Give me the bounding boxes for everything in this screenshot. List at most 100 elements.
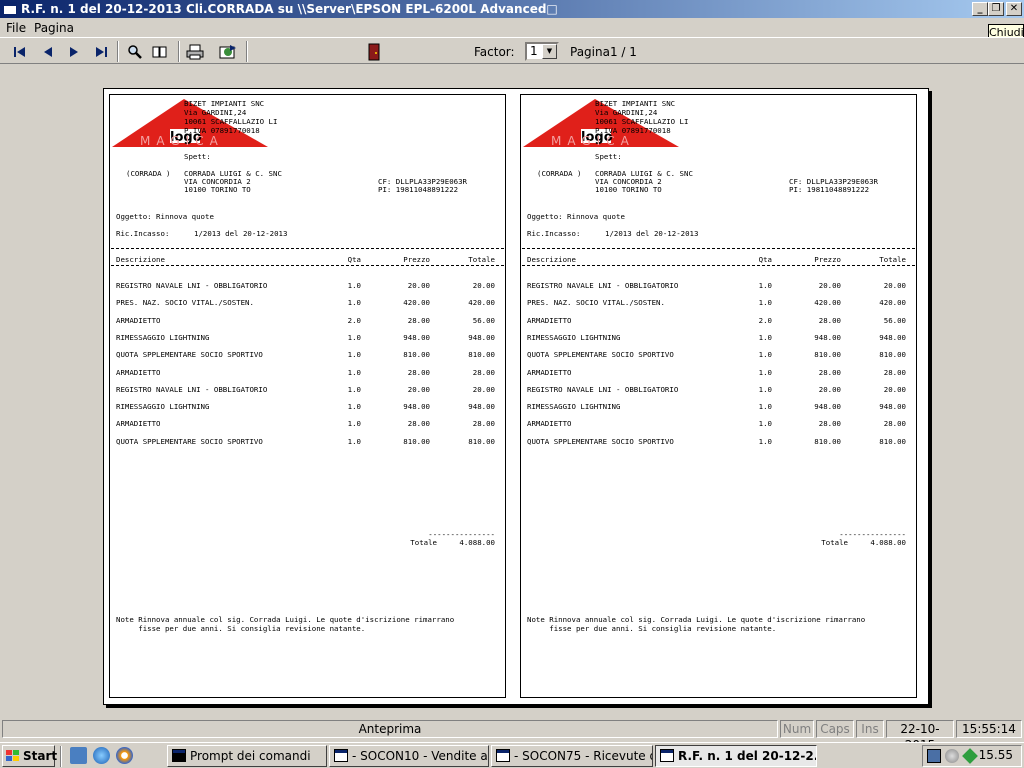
first-page-icon[interactable] (10, 42, 30, 61)
line-total: 810.00 (468, 350, 495, 360)
total-value: 4.088.00 (870, 538, 906, 547)
line-description: QUOTA SPPLEMENTARE SOCIO SPORTIVO (527, 350, 674, 360)
task-command-prompt[interactable]: Prompt dei comandi (167, 745, 327, 767)
minimize-button[interactable]: _ (972, 2, 988, 16)
line-description: ARMADIETTO (116, 419, 161, 429)
line-description: ARMADIETTO (527, 419, 572, 429)
line-description: ARMADIETTO (527, 315, 572, 325)
restore-button[interactable]: ❐ (988, 2, 1004, 16)
line-description: RIMESSAGGIO LIGHTNING (116, 402, 210, 412)
network-icon[interactable] (927, 749, 941, 763)
dashed-rule (111, 265, 504, 266)
line-price: 810.00 (814, 436, 841, 446)
printer-icon[interactable] (185, 42, 205, 61)
company-info-line: Via GARDINI,24 (595, 108, 658, 117)
line-price: 420.00 (403, 298, 430, 308)
book-icon[interactable] (150, 42, 170, 61)
task-label: - SOCON75 - Ricevute d'i... (514, 749, 652, 763)
line-total: 28.00 (883, 419, 906, 429)
line-description: PRES. NAZ. SOCIO VITAL./SOSTEN. (116, 298, 254, 308)
media-player-icon[interactable] (116, 747, 133, 764)
column-header-total: Totale (879, 255, 906, 264)
total-label: Totale (410, 538, 437, 547)
subject-line: Oggetto: Rinnova quote (527, 212, 625, 221)
line-total: 20.00 (883, 281, 906, 290)
window-icon (660, 749, 674, 762)
security-icon[interactable] (962, 748, 978, 764)
total-label: Totale (821, 538, 848, 547)
receipt-value: 1/2013 del 20-12-2013 (605, 229, 699, 238)
line-total: 20.00 (472, 384, 495, 394)
zoom-icon[interactable] (125, 42, 145, 61)
toolbar-separator (117, 41, 119, 62)
task-label: Prompt dei comandi (190, 749, 311, 763)
taskbar-separator (60, 746, 62, 767)
line-qty: 1.0 (347, 281, 361, 290)
column-header-qty: Qta (347, 255, 361, 264)
line-description: REGISTRO NAVALE LNI - OBBLIGATORIO (527, 281, 679, 290)
menu-file[interactable]: File (6, 21, 26, 35)
company-info-line: P.IVA 07891770018 (595, 126, 671, 135)
company-info-line: 10061 SCAFFALLAZIO LI (595, 117, 689, 126)
export-icon[interactable] (218, 42, 238, 61)
system-tray: 15.55 (922, 745, 1022, 767)
line-total: 948.00 (468, 402, 495, 412)
task-socon10[interactable]: - SOCON10 - Vendite all'i... (329, 745, 489, 767)
window-title: R.F. n. 1 del 20-12-2013 Cli.CORRADA su … (21, 2, 558, 16)
taskbar: Start Prompt dei comandi - SOCON10 - Ven… (0, 742, 1024, 768)
page-indicator: Pagina1 / 1 (570, 45, 637, 59)
company-info-line: Via GARDINI,24 (184, 108, 247, 117)
line-qty: 1.0 (347, 332, 361, 342)
line-price: 20.00 (818, 281, 841, 290)
next-page-icon[interactable] (64, 42, 84, 61)
column-header-description: Descrizione (527, 255, 576, 264)
desktop-icon[interactable] (70, 747, 87, 764)
note-line: fisse per due anni. Si consiglia revisio… (527, 624, 777, 633)
menu-pagina[interactable]: Pagina (34, 21, 74, 35)
line-price: 28.00 (818, 419, 841, 429)
line-description: RIMESSAGGIO LIGHTNING (116, 332, 210, 342)
toolbar-separator (178, 41, 180, 62)
title-bar[interactable]: R.F. n. 1 del 20-12-2013 Cli.CORRADA su … (0, 0, 1024, 18)
status-ins: Ins (856, 720, 884, 738)
receipt-label: Ric.Incasso: (527, 229, 581, 238)
windows-flag-icon (6, 750, 19, 761)
status-date: 22-10-2015 (886, 720, 954, 752)
line-qty: 1.0 (347, 367, 361, 377)
exit-door-icon[interactable] (364, 42, 384, 61)
chevron-down-icon[interactable]: ▼ (542, 44, 557, 59)
line-qty: 2.0 (347, 315, 361, 325)
line-description: RIMESSAGGIO LIGHTNING (527, 402, 621, 412)
line-total: 28.00 (472, 419, 495, 429)
task-rf-preview[interactable]: R.F. n. 1 del 20-12-2... (655, 745, 817, 767)
line-price: 20.00 (407, 384, 430, 394)
dashed-rule (522, 265, 915, 266)
column-header-description: Descrizione (116, 255, 165, 264)
internet-explorer-icon[interactable] (93, 747, 110, 764)
clock: 15.55 (978, 748, 1013, 762)
line-description: ARMADIETTO (527, 367, 572, 377)
cmd-icon (172, 749, 186, 762)
line-qty: 1.0 (758, 419, 772, 429)
factor-select[interactable]: 1 ▼ (525, 42, 559, 61)
start-button[interactable]: Start (2, 745, 58, 767)
start-label: Start (23, 749, 58, 763)
task-socon75[interactable]: - SOCON75 - Ricevute d'i... (491, 745, 653, 767)
line-total: 20.00 (472, 281, 495, 290)
line-description: PRES. NAZ. SOCIO VITAL./SOSTEN. (527, 298, 665, 308)
close-button[interactable]: ✕ (1006, 2, 1022, 16)
status-bar: Anteprima Num Caps Ins 22-10-2015 15:55:… (0, 718, 1024, 752)
last-page-icon[interactable] (91, 42, 111, 61)
line-price: 420.00 (814, 298, 841, 308)
line-total: 420.00 (879, 298, 906, 308)
note-line: Note Rinnova annuale col sig. Corrada Lu… (116, 615, 455, 624)
volume-icon[interactable] (945, 749, 959, 763)
total-value: 4.088.00 (459, 538, 495, 547)
preview-page: logo MAGICA BIZET IMPIANTI SNC Via GARDINI,… (103, 88, 929, 705)
preview-area[interactable]: logo MAGICA BIZET IMPIANTI SNC Via GARDINI,… (0, 64, 1024, 716)
customer-info-line: 10100 TORINO TO (595, 185, 662, 194)
line-qty: 1.0 (347, 298, 361, 308)
prev-page-icon[interactable] (38, 42, 58, 61)
line-total: 948.00 (879, 402, 906, 412)
window-app-icon[interactable] (3, 2, 17, 15)
